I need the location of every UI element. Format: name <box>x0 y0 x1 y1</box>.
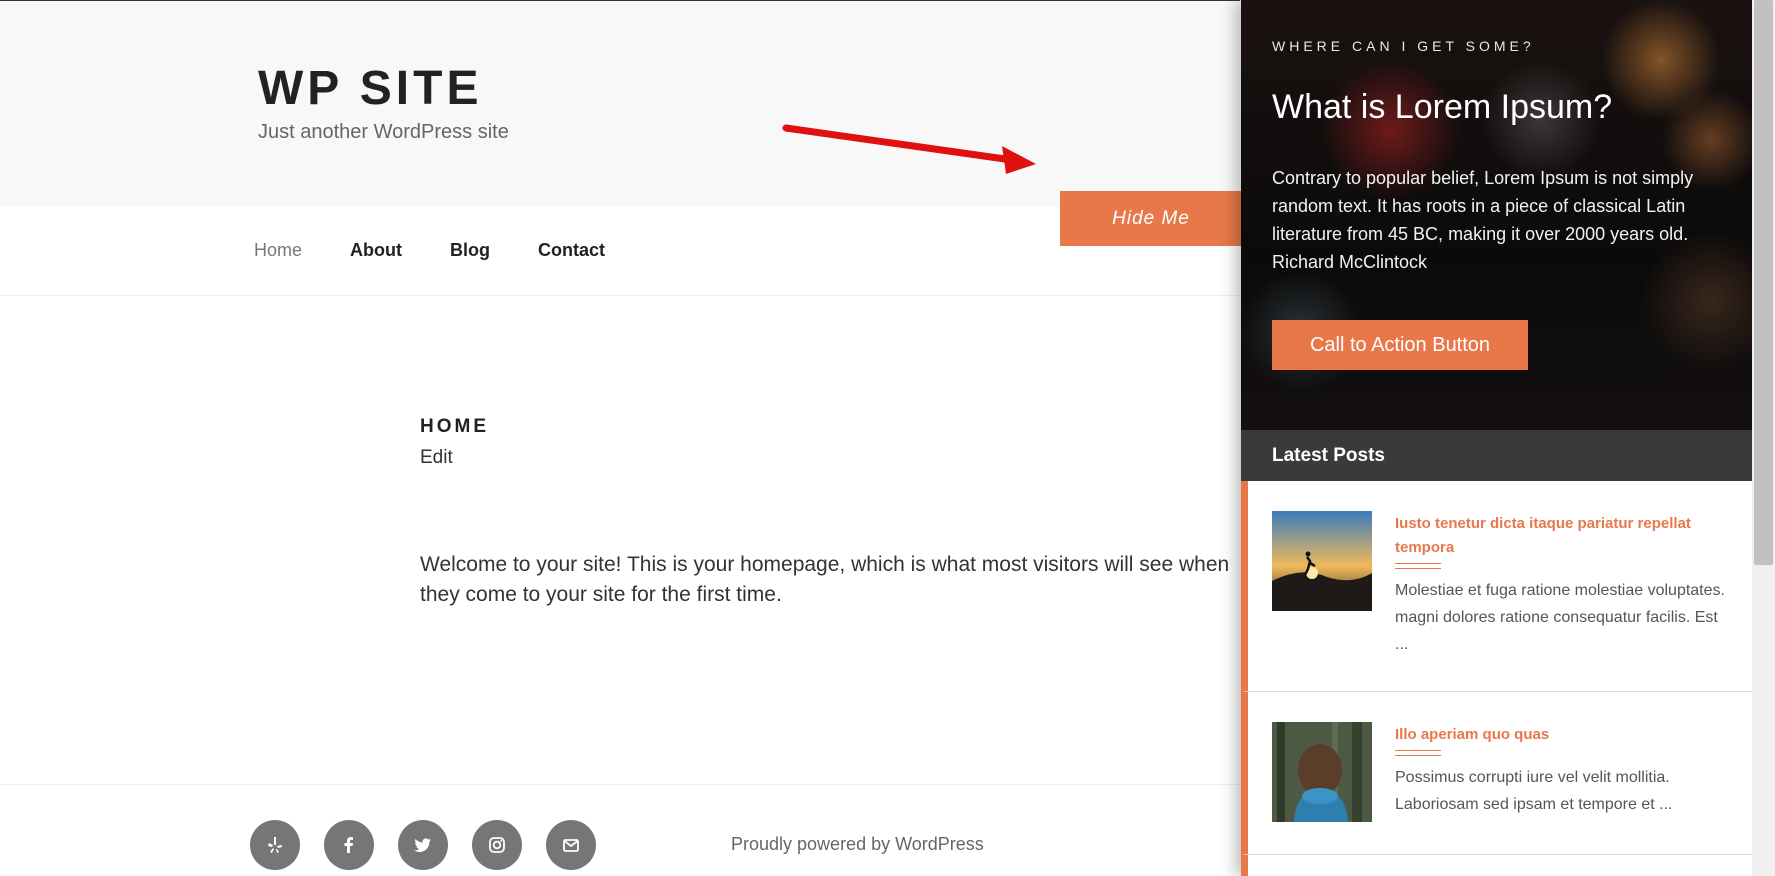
edit-link[interactable]: Edit <box>420 447 453 469</box>
slide-in-panel: WHERE CAN I GET SOME? What is Lorem Ipsu… <box>1241 0 1752 876</box>
latest-posts-title: Latest Posts <box>1272 445 1385 466</box>
panel-title: What is Lorem Ipsum? <box>1272 88 1613 126</box>
instagram-icon[interactable] <box>472 820 522 870</box>
site-header: WP SITE Just another WordPress site <box>0 1 1240 208</box>
social-links <box>250 820 596 870</box>
post-thumbnail-image <box>1272 511 1372 611</box>
post-title[interactable]: Iusto tenetur dicta itaque pariatur repe… <box>1395 512 1735 560</box>
post-thumbnail-image <box>1272 722 1372 822</box>
site-description: Just another WordPress site <box>258 121 509 143</box>
site-title[interactable]: WP SITE <box>258 61 482 116</box>
nav-item-home[interactable]: Home <box>254 240 302 261</box>
twitter-icon[interactable] <box>398 820 448 870</box>
footer-divider <box>0 784 1240 785</box>
powered-by-link[interactable]: Proudly powered by WordPress <box>731 834 984 855</box>
main-navigation: Home About Blog Contact <box>0 207 1240 296</box>
post-item[interactable]: Iusto tenetur dicta itaque pariatur repe… <box>1241 481 1752 692</box>
post-excerpt: Possimus corrupti iure vel velit molliti… <box>1395 769 1673 813</box>
panel-text: Contrary to popular belief, Lorem Ipsum … <box>1272 168 1694 272</box>
red-arrow-annotation <box>782 124 1036 174</box>
yelp-icon[interactable] <box>250 820 300 870</box>
page-title: HOME <box>420 416 489 437</box>
post-title[interactable]: Illo aperiam quo quas <box>1395 723 1735 747</box>
nav-item-blog[interactable]: Blog <box>450 240 490 261</box>
call-to-action-button[interactable]: Call to Action Button <box>1272 320 1528 370</box>
post-title-underline <box>1395 563 1441 569</box>
facebook-icon[interactable] <box>324 820 374 870</box>
welcome-text: Welcome to your site! This is your homep… <box>420 553 1230 606</box>
envelope-icon[interactable] <box>546 820 596 870</box>
post-title-underline <box>1395 750 1441 756</box>
hide-me-button[interactable]: Hide Me <box>1060 191 1242 246</box>
post-item[interactable]: Illo aperiam quo quas Possimus corrupti … <box>1241 692 1752 855</box>
nav-item-about[interactable]: About <box>350 240 402 261</box>
panel-eyebrow: WHERE CAN I GET SOME? <box>1272 38 1535 54</box>
post-excerpt: Molestiae et fuga ratione molestiae volu… <box>1395 582 1725 653</box>
scrollbar-thumb[interactable] <box>1754 0 1773 565</box>
panel-hero: WHERE CAN I GET SOME? What is Lorem Ipsu… <box>1241 0 1752 430</box>
post-item[interactable] <box>1241 855 1752 876</box>
nav-item-contact[interactable]: Contact <box>538 240 605 261</box>
latest-posts-header: Latest Posts <box>1241 430 1752 481</box>
